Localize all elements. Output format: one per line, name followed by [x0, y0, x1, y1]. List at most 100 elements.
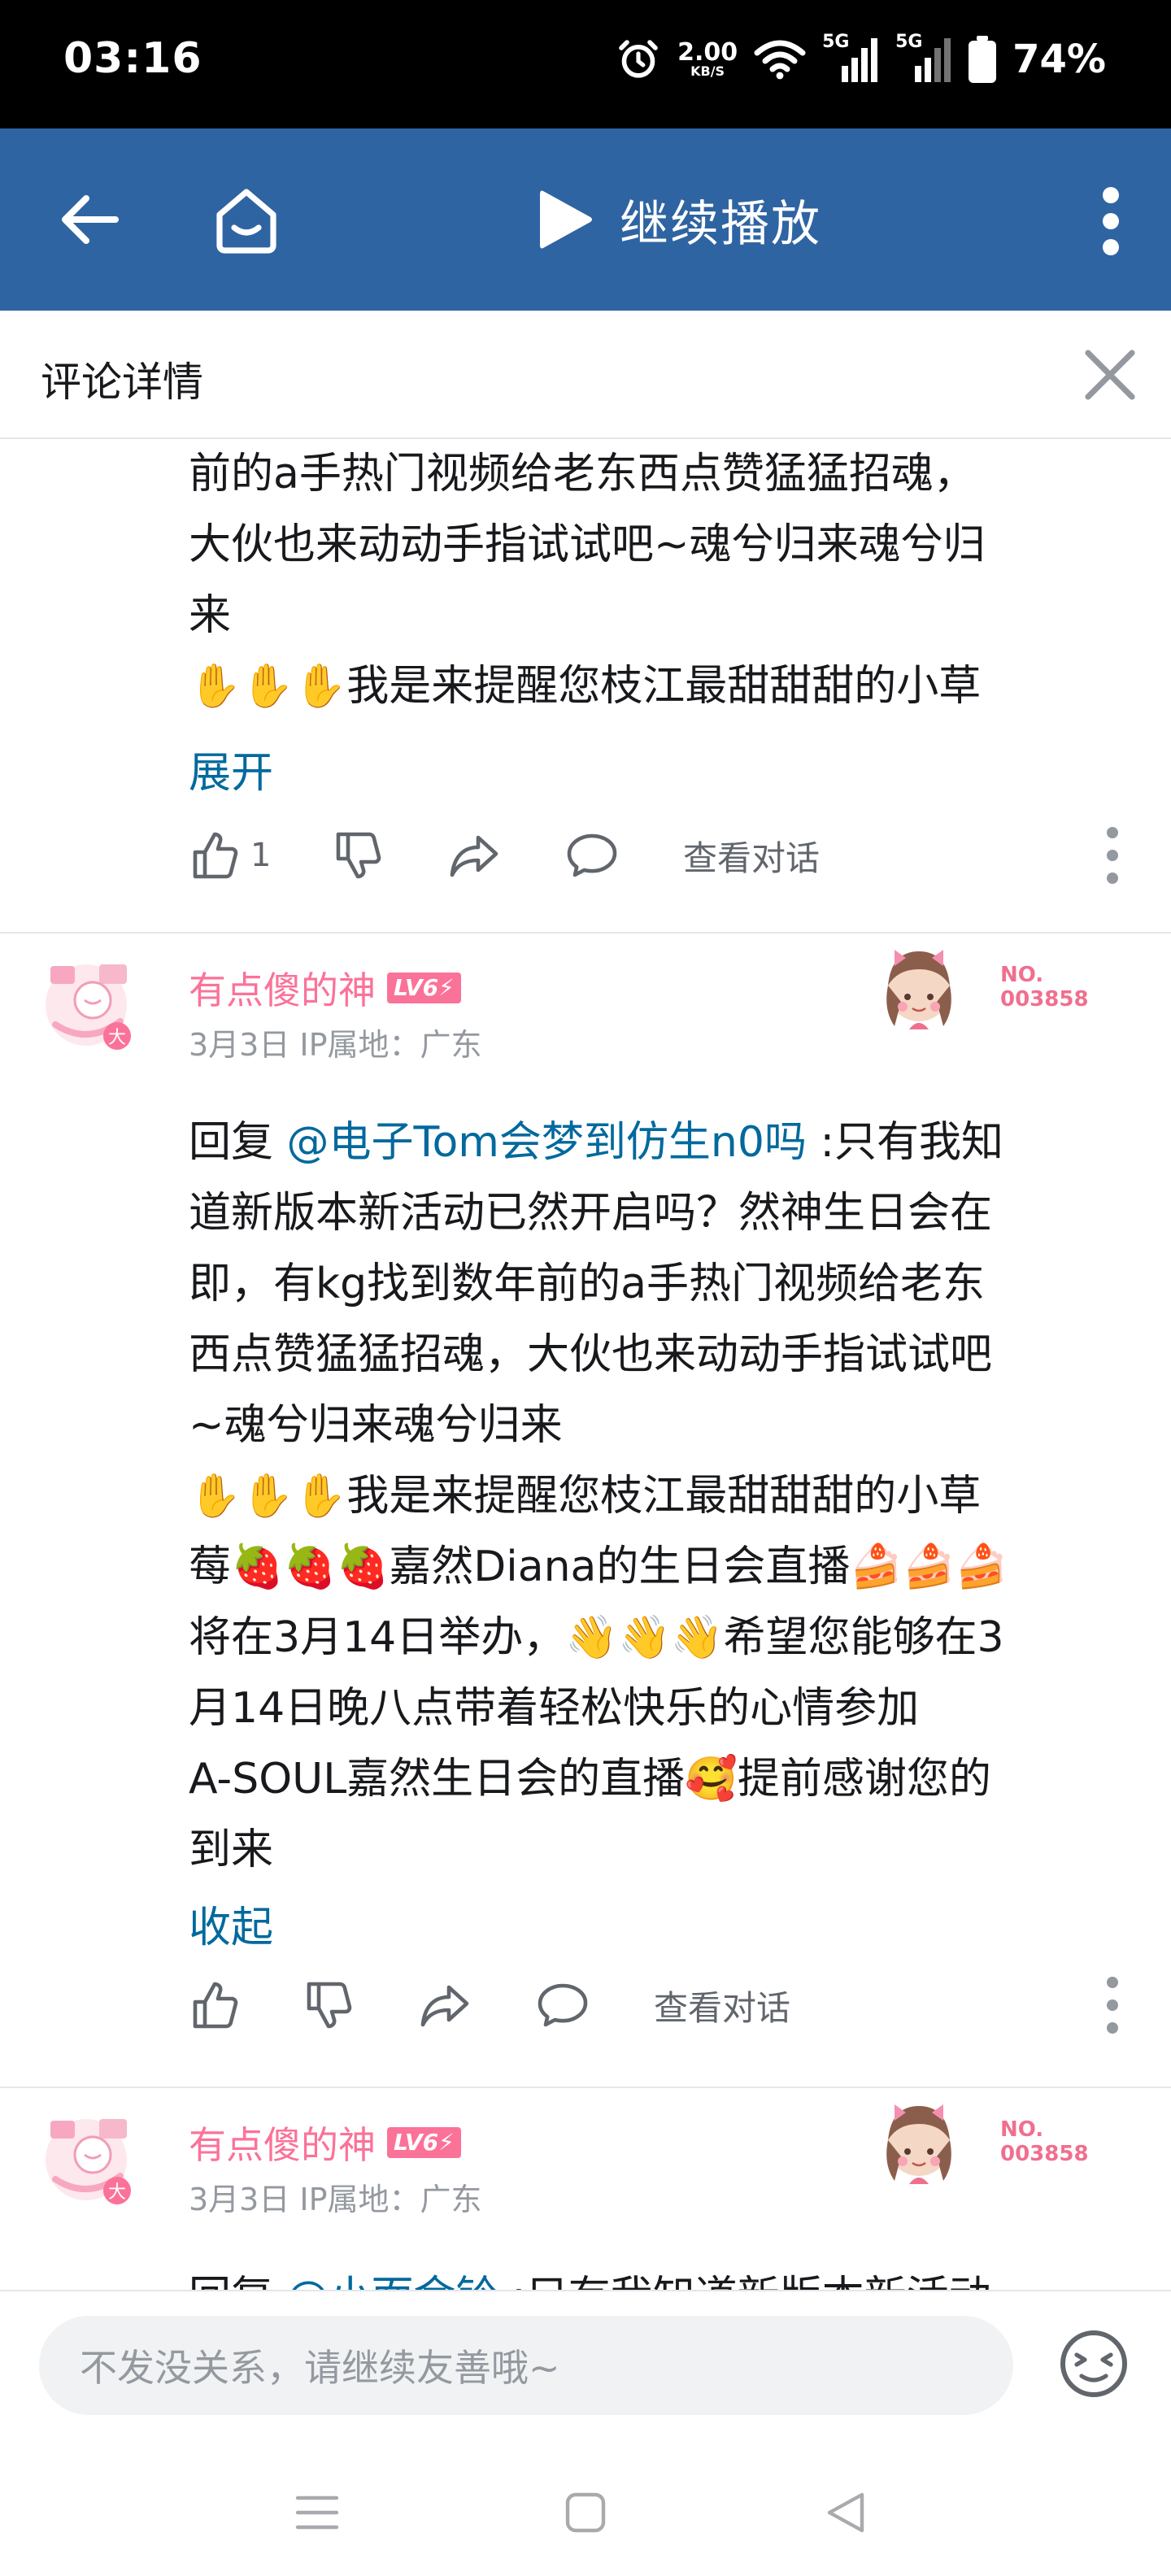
comment-input[interactable]: 不发没关系，请继续友善哦~ — [39, 2316, 1013, 2415]
fan-badge-avatar-icon — [886, 2104, 951, 2184]
comment-detail-header: 评论详情 — [0, 311, 1171, 439]
comment-input-bar: 不发没关系，请继续友善哦~ — [0, 2290, 1171, 2443]
comment-text: 回复 @小面金铃 :只有我知道新版本新活动 — [189, 2262, 1124, 2290]
system-nav-bar — [0, 2443, 1171, 2576]
status-bar: 03:16 2.00 KB/S 5G 5G 74% — [0, 0, 1171, 128]
player-bar: 继续播放 — [0, 128, 1171, 311]
user-name[interactable]: 有点傻的神 LV6⚡ — [189, 2116, 461, 2169]
comment-line: 西点赞猛猛招魂，大伙也来动动手指试试吧 — [189, 1330, 993, 1379]
play-icon — [540, 190, 592, 249]
view-dialog-label: 查看对话 — [683, 838, 821, 878]
first-line-rest: :只有我知 — [806, 1118, 1004, 1167]
comment-line: 回复 @小面金铃 :只有我知道新版本新活动 — [189, 2262, 1124, 2290]
fan-number: NO. 003858 — [1000, 2117, 1089, 2166]
signal-2: 5G — [895, 32, 952, 82]
more-vertical-icon[interactable] — [1103, 823, 1122, 888]
share-button[interactable] — [449, 829, 566, 881]
comment-text: 前的a手热门视频给老东西点赞猛猛招魂， 大伙也来动动手指试试吧~魂兮归来魂兮归 … — [189, 439, 1124, 722]
user-name-text: 有点傻的神 — [189, 968, 376, 1012]
first-line-rest: :只有我知道新版本新活动 — [498, 2273, 991, 2290]
square-icon[interactable] — [561, 2488, 610, 2537]
comment-actions: 查看对话 — [189, 1973, 1171, 2038]
battery-icon — [969, 36, 997, 83]
comment-icon — [538, 1983, 588, 2027]
dislike-button[interactable] — [332, 829, 449, 881]
thumb-down-icon — [307, 1982, 352, 2029]
view-dialog-button[interactable]: 查看对话 — [683, 831, 820, 881]
comment-actions: 1 查看对话 — [189, 823, 1171, 888]
fan-number-value: 003858 — [1000, 987, 1089, 1012]
net-speed-unit: KB/S — [690, 63, 725, 79]
thumb-up-icon — [193, 1982, 238, 2029]
comment-line: 将在3月14日举办，👋👋👋希望您能够在3 — [189, 1613, 1004, 1662]
fan-number-label: NO. — [1000, 963, 1044, 987]
comment-line: 大伙也来动动手指试试吧~魂兮归来魂兮归 — [189, 520, 986, 569]
fan-number-value: 003858 — [1000, 2142, 1089, 2166]
fan-number: NO. 003858 — [1000, 963, 1089, 1012]
continue-play-label: 继续播放 — [620, 195, 821, 253]
back-arrow-icon[interactable] — [57, 187, 122, 252]
signal-1: 5G — [822, 32, 879, 82]
thumb-up-icon — [193, 832, 238, 879]
user-name-text: 有点傻的神 — [189, 2123, 376, 2167]
comment-text: 回复 @电子Tom会梦到仿生n0吗 :只有我知 道新版本新活动已然开启吗？然神生… — [189, 1107, 1124, 1886]
alarm-icon — [619, 40, 658, 78]
comment-line: 到来 — [189, 1825, 274, 1874]
user-name[interactable]: 有点傻的神 LV6⚡ — [189, 961, 461, 1015]
comment-line: 来 — [189, 591, 232, 640]
status-icons: 2.00 KB/S 5G 5G 74% — [616, 32, 1106, 83]
fan-badge-avatar-icon — [886, 950, 951, 1029]
avatar[interactable]: 大 — [37, 955, 148, 1065]
share-button[interactable] — [420, 1979, 537, 2031]
close-icon[interactable] — [1073, 338, 1147, 411]
comment-line: 道新版本新活动已然开启吗？然神生日会在 — [189, 1189, 993, 1238]
comment-meta: 3月3日 IP属地：广东 — [189, 1027, 482, 1063]
share-icon — [450, 835, 498, 877]
level-badge: LV6⚡ — [387, 973, 461, 1003]
comment-line: A-SOUL嘉然生日会的直播🥰提前感谢您的 — [189, 1755, 991, 1804]
signal-1-icon — [842, 38, 878, 82]
view-dialog-label: 查看对话 — [654, 1987, 791, 2028]
avatar[interactable]: 大 — [37, 2109, 148, 2220]
comment-scroll-area[interactable]: 前的a手热门视频给老东西点赞猛猛招魂， 大伙也来动动手指试试吧~魂兮归来魂兮归 … — [0, 439, 1171, 2290]
battery-percent: 74% — [1012, 37, 1106, 82]
collapse-button[interactable]: 收起 — [189, 1893, 273, 1954]
mention-link[interactable]: @电子Tom会梦到仿生n0吗 — [287, 1118, 807, 1167]
like-count: 1 — [250, 837, 272, 874]
thumb-down-icon — [336, 832, 381, 879]
comment-icon — [567, 833, 617, 877]
reply-button[interactable] — [537, 1979, 654, 2031]
expand-button[interactable]: 展开 — [189, 738, 273, 799]
home-tv-icon[interactable] — [210, 184, 283, 257]
comment-line: 即，有kg找到数年前的a手热门视频给老东 — [189, 1260, 985, 1308]
emoji-icon[interactable] — [1057, 2327, 1130, 2400]
reply-button[interactable] — [566, 829, 683, 881]
share-icon — [420, 1985, 469, 2027]
comment-meta: 3月3日 IP属地：广东 — [189, 2182, 482, 2217]
level-badge: LV6⚡ — [387, 2127, 461, 2158]
back-triangle-icon[interactable] — [821, 2488, 870, 2537]
like-button[interactable] — [189, 1979, 303, 2031]
view-dialog-button[interactable]: 查看对话 — [654, 1981, 790, 2030]
fan-number-label: NO. — [1000, 2117, 1044, 2142]
comment-line: ~魂兮归来魂兮归来 — [189, 1401, 563, 1450]
more-vertical-icon[interactable] — [1095, 182, 1127, 260]
comment-line: ✋✋✋我是来提醒您枝江最甜甜甜的小草 — [189, 1472, 982, 1521]
continue-play-button[interactable]: 继续播放 — [537, 179, 821, 260]
menu-icon[interactable] — [293, 2488, 342, 2537]
dislike-button[interactable] — [303, 1979, 420, 2031]
reply-prefix: 回复 — [189, 2273, 287, 2290]
mention-link[interactable]: @小面金铃 — [287, 2273, 498, 2290]
like-button[interactable]: 1 — [189, 829, 332, 881]
network-speed: 2.00 KB/S — [677, 41, 738, 78]
comment-line: 莓🍓🍓🍓嘉然Diana的生日会直播🍰🍰🍰 — [189, 1543, 1008, 1591]
more-vertical-icon[interactable] — [1103, 1973, 1122, 2038]
fan-badge: NO. 003858 — [870, 2088, 1114, 2202]
page-title: 评论详情 — [41, 359, 203, 406]
comment-line: 回复 @电子Tom会梦到仿生n0吗 :只有我知 — [189, 1107, 1124, 1178]
comment-line: 前的a手热门视频给老东西点赞猛猛招魂， — [189, 450, 976, 498]
fan-badge: NO. 003858 — [870, 933, 1114, 1047]
svg-text:大: 大 — [108, 2182, 126, 2203]
svg-text:大: 大 — [108, 1028, 126, 1048]
net-speed-value: 2.00 — [677, 38, 738, 67]
